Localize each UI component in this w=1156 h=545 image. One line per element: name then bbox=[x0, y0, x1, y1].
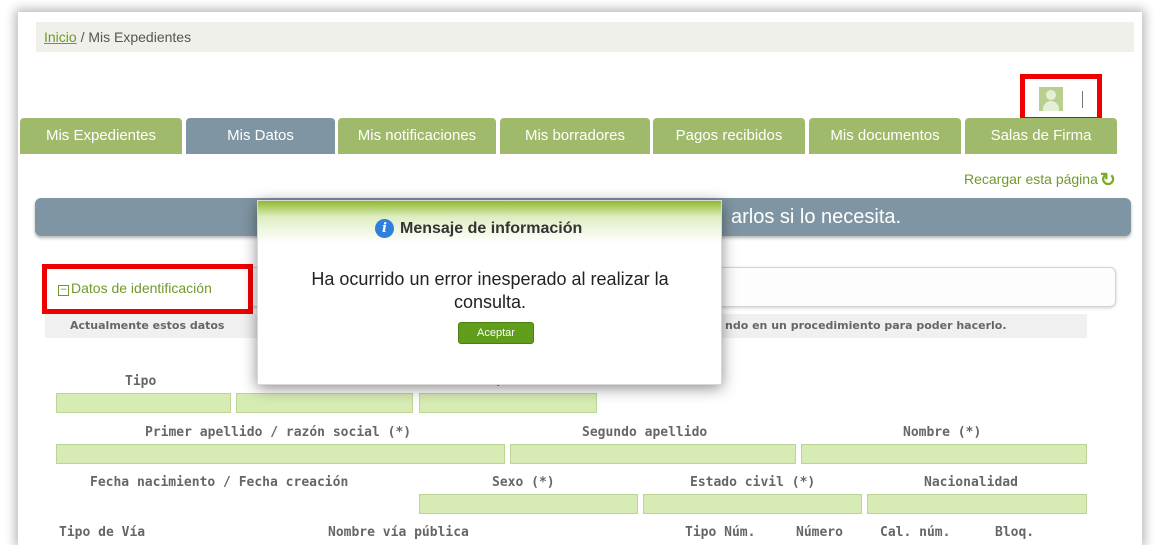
note-text-right: ndo en un procedimiento para poder hacer… bbox=[725, 319, 1007, 332]
tab-mis-datos[interactable]: Mis Datos bbox=[186, 118, 335, 154]
label-tipo-num: Tipo Núm. bbox=[685, 525, 756, 540]
breadcrumb: Inicio / Mis Expedientes bbox=[36, 22, 1134, 52]
primer-apellido-field[interactable] bbox=[56, 444, 505, 464]
user-avatar-icon[interactable] bbox=[1039, 87, 1063, 111]
sexo-select[interactable] bbox=[419, 494, 638, 514]
label-segundo-apellido: Segundo apellido bbox=[582, 425, 708, 440]
documento-field[interactable] bbox=[236, 393, 413, 413]
info-icon: i bbox=[375, 219, 394, 238]
nif-nie-field[interactable] bbox=[419, 393, 597, 413]
nombre-field[interactable] bbox=[801, 444, 1087, 464]
label-fecha-nacimiento: Fecha nacimiento / Fecha creación bbox=[90, 475, 349, 490]
info-dialog: i Mensaje de información Ha ocurrido un … bbox=[257, 200, 722, 385]
label-tipo-via: Tipo de Vía bbox=[59, 525, 146, 540]
label-numero: Número bbox=[796, 525, 843, 540]
label-nacionalidad: Nacionalidad bbox=[924, 475, 1018, 490]
reload-page-link[interactable]: Recargar esta página ↻ bbox=[964, 169, 1116, 192]
dialog-message-line1: Ha ocurrido un error inesperado al reali… bbox=[311, 269, 669, 289]
tipo-field[interactable] bbox=[56, 393, 231, 413]
dialog-message-line2: consulta. bbox=[453, 292, 527, 312]
note-text-left: Actualmente estos datos bbox=[70, 319, 225, 332]
user-menu-divider bbox=[1082, 91, 1083, 108]
label-bloq: Bloq. bbox=[995, 525, 1035, 540]
label-tipo: Tipo bbox=[125, 374, 157, 389]
section-datos-identificacion[interactable]: − Datos de identificación bbox=[42, 264, 253, 314]
collapse-icon[interactable]: − bbox=[58, 285, 69, 296]
label-primer-apellido: Primer apellido / razón social (*) bbox=[145, 425, 412, 440]
section-title[interactable]: Datos de identificación bbox=[71, 280, 212, 296]
estado-civil-select[interactable] bbox=[643, 494, 862, 514]
main-tabs: Mis Expedientes Mis Datos Mis notificaci… bbox=[18, 118, 1142, 154]
nacionalidad-select[interactable] bbox=[867, 494, 1087, 514]
tab-mis-expedientes[interactable]: Mis Expedientes bbox=[20, 118, 182, 154]
banner-text: arlos si lo necesita. bbox=[731, 206, 902, 228]
dialog-message: Ha ocurrido un error inesperado al reali… bbox=[280, 268, 700, 314]
browser-frame: Inicio / Mis Expedientes Mis Expedientes… bbox=[18, 12, 1142, 545]
breadcrumb-current: Mis Expedientes bbox=[88, 29, 192, 45]
label-cal-num: Cal. núm. bbox=[880, 525, 951, 540]
label-nombre-via: Nombre vía pública bbox=[328, 525, 469, 540]
user-menu[interactable] bbox=[1020, 74, 1102, 122]
label-sexo: Sexo (*) bbox=[492, 475, 555, 490]
tab-salas-de-firma[interactable]: Salas de Firma bbox=[965, 118, 1117, 154]
dialog-title: Mensaje de información bbox=[400, 220, 583, 237]
tab-pagos-recibidos[interactable]: Pagos recibidos bbox=[653, 118, 805, 154]
label-estado-civil: Estado civil (*) bbox=[690, 475, 816, 490]
breadcrumb-home-link[interactable]: Inicio bbox=[44, 29, 77, 45]
reload-label: Recargar esta página bbox=[964, 171, 1098, 187]
tab-mis-notificaciones[interactable]: Mis notificaciones bbox=[338, 118, 496, 154]
tab-mis-documentos[interactable]: Mis documentos bbox=[809, 118, 961, 154]
segundo-apellido-field[interactable] bbox=[510, 444, 796, 464]
accept-button[interactable]: Aceptar bbox=[458, 322, 534, 344]
label-nombre: Nombre (*) bbox=[903, 425, 982, 440]
refresh-icon: ↻ bbox=[1099, 170, 1116, 191]
tab-mis-borradores[interactable]: Mis borradores bbox=[500, 118, 650, 154]
breadcrumb-separator: / bbox=[76, 29, 89, 45]
